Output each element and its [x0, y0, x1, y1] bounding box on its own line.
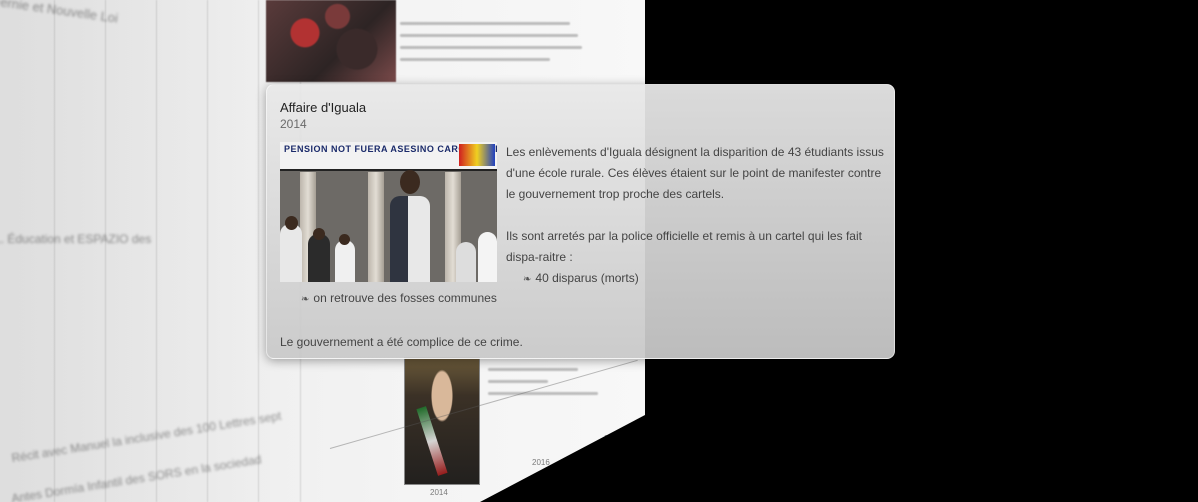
background-label: L. Éducation et ESPAZIO des — [0, 232, 152, 246]
popup-paragraph-2: Ils sont arretés par la police officiell… — [506, 229, 862, 264]
photo-pillar — [368, 172, 384, 282]
popup-photo: PENSION NOT FUERA ASESINO CARCEL GUERRE … — [280, 142, 497, 282]
popup-title: Affaire d'Iguala — [280, 100, 367, 115]
photo-figure-head — [339, 234, 350, 245]
popup-paragraph-1: Les enlèvements d'Iguala désignent la di… — [506, 145, 884, 201]
grid-line — [156, 0, 157, 502]
photo-figure — [456, 242, 476, 282]
photo-figure — [308, 234, 330, 282]
background-paragraph — [400, 22, 590, 70]
popup-footer-text: Le gouvernement a été complice de ce cri… — [280, 335, 523, 349]
photo-figure — [478, 232, 497, 282]
photo-figure — [335, 240, 355, 282]
background-timeline-axis — [329, 359, 638, 449]
grid-line — [54, 0, 55, 502]
grid-line — [258, 0, 259, 502]
photo-protest-banner: PENSION NOT FUERA ASESINO CARCEL GUERRE … — [280, 142, 497, 171]
photo-figure-head — [285, 216, 298, 230]
photo-figure-head — [313, 228, 325, 240]
background-photo-portrait — [404, 357, 480, 485]
popup-bullet-2: ❧ on retrouve des fosses communes — [301, 291, 497, 305]
photo-banner-logo — [459, 144, 495, 166]
axis-label: 2018 — [604, 434, 622, 443]
grid-line — [105, 0, 106, 502]
popup-bullet-1: ❧ 40 disparus (morts) — [506, 268, 886, 290]
axis-label: 2016 — [532, 458, 550, 467]
photo-figure-main — [390, 196, 430, 282]
photo-figure — [280, 224, 302, 282]
leaf-bullet-icon: ❧ — [523, 274, 532, 285]
leaf-bullet-icon: ❧ — [301, 294, 310, 305]
axis-label: 2014 — [430, 488, 448, 497]
bullet-text: 40 disparus (morts) — [535, 271, 639, 285]
background-photo-crowd — [266, 0, 396, 82]
event-popup-card[interactable]: Affaire d'Iguala 2014 PENSION NOT FUERA … — [266, 84, 895, 359]
stage: Fernie et Nouvelle Loi L. Éducation et E… — [0, 0, 1198, 502]
popup-year: 2014 — [280, 117, 307, 131]
photo-figure-head — [400, 170, 420, 194]
bullet-text: on retrouve des fosses communes — [313, 291, 497, 305]
popup-description: Les enlèvements d'Iguala désignent la di… — [506, 142, 886, 290]
